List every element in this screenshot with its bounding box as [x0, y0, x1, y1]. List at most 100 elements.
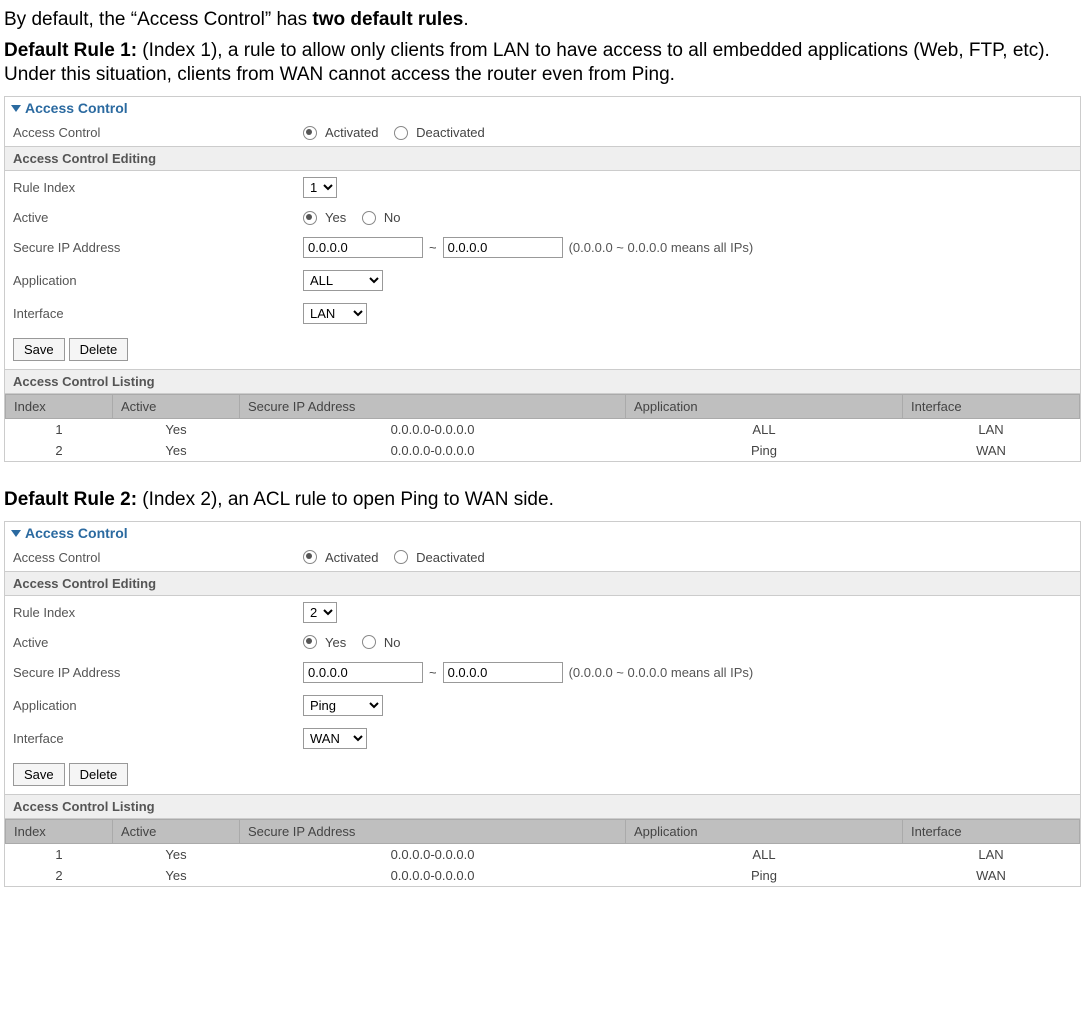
- label-active: Active: [13, 635, 303, 650]
- cell-application: ALL: [626, 419, 903, 441]
- cell-index: 2: [6, 865, 113, 886]
- radio-no-label: No: [384, 635, 401, 650]
- panel-title: Access Control: [5, 522, 1080, 544]
- radio-active-yes[interactable]: [303, 635, 317, 649]
- col-interface: Interface: [903, 395, 1080, 419]
- ip-from-input[interactable]: [303, 237, 423, 258]
- row-application: Application ALL: [5, 264, 1080, 297]
- listing-head: Access Control Listing: [5, 794, 1080, 819]
- intro-rule-2: Default Rule 2: (Index 2), an ACL rule t…: [4, 488, 1081, 513]
- label-interface: Interface: [13, 306, 303, 321]
- cell-secure-ip: 0.0.0.0-0.0.0.0: [240, 440, 626, 461]
- access-control-panel-1: Access Control Access Control Activated …: [4, 96, 1081, 462]
- rule2-label: Default Rule 2:: [4, 489, 137, 510]
- row-rule-index: Rule Index 2: [5, 596, 1080, 629]
- cell-interface: LAN: [903, 843, 1080, 865]
- chevron-down-icon: [11, 105, 21, 112]
- cell-active: Yes: [113, 843, 240, 865]
- radio-deactivated[interactable]: [394, 126, 408, 140]
- label-access-control: Access Control: [13, 125, 303, 140]
- radio-activated[interactable]: [303, 550, 317, 564]
- row-active: Active Yes No: [5, 204, 1080, 231]
- cell-application: Ping: [626, 865, 903, 886]
- row-active: Active Yes No: [5, 629, 1080, 656]
- intro-line-1: By default, the “Access Control” has two…: [4, 8, 1081, 33]
- radio-active-no[interactable]: [362, 635, 376, 649]
- row-rule-index: Rule Index 1: [5, 171, 1080, 204]
- cell-interface: WAN: [903, 865, 1080, 886]
- cell-secure-ip: 0.0.0.0-0.0.0.0: [240, 419, 626, 441]
- rule-index-select[interactable]: 1: [303, 177, 337, 198]
- row-interface: Interface LAN: [5, 297, 1080, 330]
- label-rule-index: Rule Index: [13, 605, 303, 620]
- row-application: Application Ping: [5, 689, 1080, 722]
- delete-button[interactable]: Delete: [69, 763, 129, 786]
- cell-application: ALL: [626, 843, 903, 865]
- application-select[interactable]: ALL: [303, 270, 383, 291]
- intro-rule-1: Default Rule 1: (Index 1), a rule to all…: [4, 39, 1081, 88]
- listing-table: Index Active Secure IP Address Applicati…: [5, 394, 1080, 461]
- radio-active-yes[interactable]: [303, 211, 317, 225]
- table-row: 2 Yes 0.0.0.0-0.0.0.0 Ping WAN: [6, 865, 1080, 886]
- table-row: 2 Yes 0.0.0.0-0.0.0.0 Ping WAN: [6, 440, 1080, 461]
- rule1-label: Default Rule 1:: [4, 40, 137, 61]
- listing-table: Index Active Secure IP Address Applicati…: [5, 819, 1080, 886]
- ip-to-input[interactable]: [443, 237, 563, 258]
- table-header-row: Index Active Secure IP Address Applicati…: [6, 395, 1080, 419]
- label-active: Active: [13, 210, 303, 225]
- intro-1-suffix: .: [463, 9, 468, 30]
- row-interface: Interface WAN: [5, 722, 1080, 755]
- cell-index: 1: [6, 419, 113, 441]
- cell-active: Yes: [113, 440, 240, 461]
- label-application: Application: [13, 273, 303, 288]
- ip-from-input[interactable]: [303, 662, 423, 683]
- cell-index: 1: [6, 843, 113, 865]
- row-access-control: Access Control Activated Deactivated: [5, 544, 1080, 571]
- listing-head: Access Control Listing: [5, 369, 1080, 394]
- label-rule-index: Rule Index: [13, 180, 303, 195]
- radio-activated[interactable]: [303, 126, 317, 140]
- panel-title-text: Access Control: [25, 100, 128, 116]
- interface-select[interactable]: LAN: [303, 303, 367, 324]
- label-secure-ip: Secure IP Address: [13, 240, 303, 255]
- ip-to-input[interactable]: [443, 662, 563, 683]
- rule1-text: (Index 1), a rule to allow only clients …: [4, 40, 1050, 86]
- radio-activated-label: Activated: [325, 550, 378, 565]
- button-bar: Save Delete: [5, 755, 1080, 794]
- col-application: Application: [626, 395, 903, 419]
- radio-no-label: No: [384, 210, 401, 225]
- save-button[interactable]: Save: [13, 338, 65, 361]
- row-secure-ip: Secure IP Address ~ (0.0.0.0 ~ 0.0.0.0 m…: [5, 656, 1080, 689]
- button-bar: Save Delete: [5, 330, 1080, 369]
- label-interface: Interface: [13, 731, 303, 746]
- table-row: 1 Yes 0.0.0.0-0.0.0.0 ALL LAN: [6, 419, 1080, 441]
- save-button[interactable]: Save: [13, 763, 65, 786]
- radio-deactivated-label: Deactivated: [416, 125, 485, 140]
- col-index: Index: [6, 395, 113, 419]
- intro-1-bold: two default rules: [312, 9, 463, 30]
- col-interface: Interface: [903, 819, 1080, 843]
- interface-select[interactable]: WAN: [303, 728, 367, 749]
- application-select[interactable]: Ping: [303, 695, 383, 716]
- radio-deactivated-label: Deactivated: [416, 550, 485, 565]
- rule-index-select[interactable]: 2: [303, 602, 337, 623]
- cell-interface: WAN: [903, 440, 1080, 461]
- row-secure-ip: Secure IP Address ~ (0.0.0.0 ~ 0.0.0.0 m…: [5, 231, 1080, 264]
- editing-head: Access Control Editing: [5, 571, 1080, 596]
- radio-yes-label: Yes: [325, 210, 346, 225]
- row-access-control: Access Control Activated Deactivated: [5, 119, 1080, 146]
- intro-1-prefix: By default, the “Access Control” has: [4, 9, 312, 30]
- cell-active: Yes: [113, 419, 240, 441]
- cell-secure-ip: 0.0.0.0-0.0.0.0: [240, 843, 626, 865]
- tilde: ~: [429, 665, 437, 680]
- label-secure-ip: Secure IP Address: [13, 665, 303, 680]
- delete-button[interactable]: Delete: [69, 338, 129, 361]
- panel-title-text: Access Control: [25, 525, 128, 541]
- cell-interface: LAN: [903, 419, 1080, 441]
- col-active: Active: [113, 395, 240, 419]
- radio-deactivated[interactable]: [394, 550, 408, 564]
- radio-activated-label: Activated: [325, 125, 378, 140]
- radio-active-no[interactable]: [362, 211, 376, 225]
- col-secure-ip: Secure IP Address: [240, 395, 626, 419]
- table-row: 1 Yes 0.0.0.0-0.0.0.0 ALL LAN: [6, 843, 1080, 865]
